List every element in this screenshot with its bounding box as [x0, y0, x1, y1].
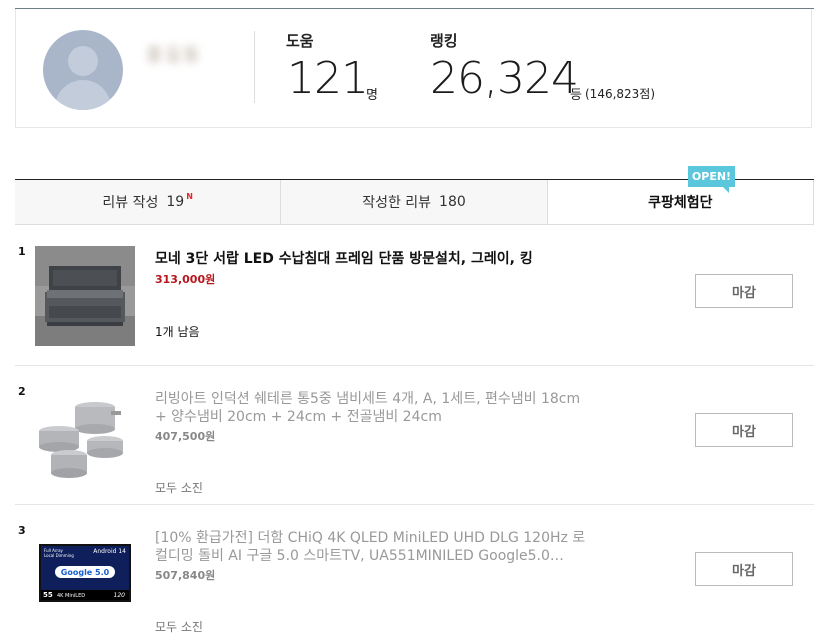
help-label: 도움 — [286, 32, 314, 50]
tv-panel-label: 4K MiniLED — [57, 593, 86, 599]
item-price: 407,500원 — [155, 430, 216, 443]
tab-experience-group[interactable]: 쿠팡체험단 — [547, 180, 814, 224]
tv-screen: Full Array Local Dimming Android 14 Goog… — [39, 544, 131, 602]
item-number: 1 — [18, 245, 26, 258]
new-badge: N — [186, 191, 193, 201]
item-stock-status: 모두 소진 — [155, 620, 203, 634]
profile-card: 홍길동 도움 121 명 랭킹 26,324 등 (146,823점) — [15, 9, 812, 128]
closed-button[interactable]: 마감 — [695, 274, 793, 308]
avatar-body-shape — [55, 80, 111, 110]
item-stock-status: 모두 소진 — [155, 481, 203, 495]
username: 홍길동 — [146, 45, 202, 66]
item-price: 507,840원 — [155, 569, 216, 582]
rank-label: 랭킹 — [430, 32, 458, 50]
tab-written-reviews[interactable]: 작성한 리뷰 180 — [281, 180, 548, 224]
list-item: 1 모네 3단 서랍 LED 수납침대 프레임 단품 방문설치, 그레이, 킹 … — [15, 225, 814, 366]
tab-written-reviews-label: 작성한 리뷰 — [362, 195, 432, 211]
tv-hz-label: 120 — [113, 592, 125, 599]
list-item: 3 Full Array Local Dimming Android 14 Go… — [15, 504, 814, 644]
list-item: 2 리빙아트 인덕션 쉐테른 통5중 냄비세트 4개, A, 1세트, 편수냄비… — [15, 365, 814, 505]
tv-google-label: Google 5.0 — [55, 566, 115, 578]
help-unit: 명 — [366, 88, 378, 103]
tv-android-label: Android 14 — [93, 548, 126, 555]
rank-unit: 등 — [570, 88, 582, 103]
bed-product-image[interactable] — [35, 246, 135, 346]
rank-value: 26,324 — [430, 53, 579, 104]
tab-write-review-count: 19 — [166, 194, 185, 210]
help-value: 121 — [287, 53, 369, 104]
profile-divider — [254, 31, 255, 103]
bed-illustration — [35, 246, 135, 346]
tv-product-image[interactable]: Full Array Local Dimming Android 14 Goog… — [35, 524, 135, 624]
item-stock-status: 1개 남음 — [155, 325, 200, 339]
item-number: 3 — [18, 524, 26, 537]
closed-button[interactable]: 마감 — [695, 552, 793, 586]
cookware-product-image[interactable] — [35, 385, 135, 485]
item-title[interactable]: [10% 환급가전] 더함 CHiQ 4K QLED MiniLED UHD D… — [155, 529, 595, 565]
rank-score: (146,823점) — [585, 87, 656, 101]
item-price: 313,000원 — [155, 273, 216, 286]
avatar-head-shape — [68, 46, 98, 76]
tab-write-review[interactable]: 리뷰 작성 19 N — [15, 180, 282, 224]
tv-local-dimming-label: Full Array Local Dimming — [44, 548, 74, 558]
avatar — [43, 30, 123, 110]
item-title[interactable]: 리빙아트 인덕션 쉐테른 통5중 냄비세트 4개, A, 1세트, 편수냄비 1… — [155, 390, 595, 426]
cookware-illustration — [35, 385, 135, 485]
tab-written-reviews-count: 180 — [439, 194, 466, 210]
item-number: 2 — [18, 385, 26, 398]
tab-write-review-label: 리뷰 작성 — [102, 195, 159, 211]
tv-size-label: 55 — [43, 591, 53, 599]
item-title[interactable]: 모네 3단 서랍 LED 수납침대 프레임 단품 방문설치, 그레이, 킹 — [155, 250, 595, 268]
tab-experience-group-label: 쿠팡체험단 — [648, 195, 713, 211]
open-badge: OPEN! — [688, 166, 735, 193]
closed-button[interactable]: 마감 — [695, 413, 793, 447]
